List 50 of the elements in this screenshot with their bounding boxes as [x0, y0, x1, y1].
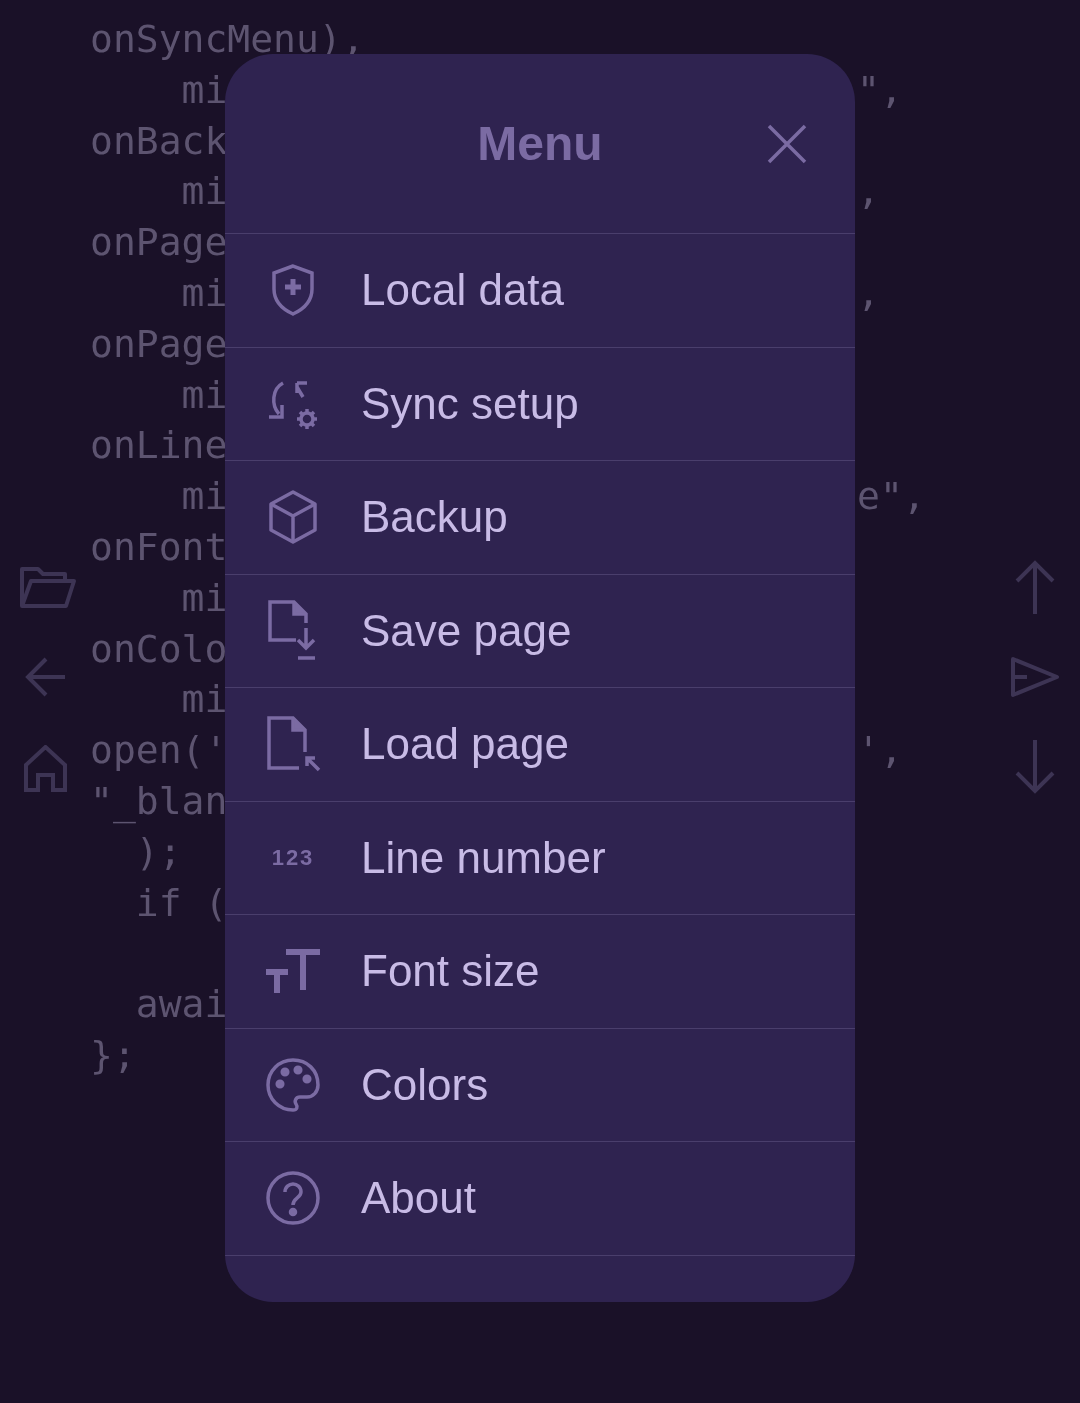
- code-text: e",: [857, 473, 926, 521]
- code-text: ',: [857, 727, 903, 775]
- code-text: "_blan: [90, 777, 228, 826]
- code-text: awai: [134, 981, 228, 1029]
- code-text: onBack: [90, 117, 228, 165]
- code-text: ,: [857, 270, 880, 317]
- close-icon: [767, 124, 807, 164]
- code-text: };: [90, 1031, 136, 1079]
- code-text: onSyncMenu),: [90, 16, 365, 63]
- home-icon[interactable]: [24, 745, 67, 792]
- code-text: mi: [180, 574, 228, 622]
- down-arrow-icon[interactable]: [1015, 740, 1055, 794]
- code-text: onPage: [90, 320, 228, 368]
- code-text: mi: [180, 676, 228, 724]
- menu-item[interactable]: Sync setup: [225, 347, 855, 461]
- code-text: onFont: [90, 523, 228, 571]
- code-text: mi: [180, 270, 228, 317]
- code-text: mi: [180, 371, 228, 419]
- menu-item[interactable]: Local data: [225, 234, 855, 348]
- palette-icon: [266, 1057, 320, 1112]
- code-text: );: [134, 828, 182, 876]
- code-text: onColo: [90, 625, 228, 673]
- menu-item[interactable]: About: [225, 1142, 855, 1256]
- code-text: onPage: [90, 219, 228, 267]
- send-icon[interactable]: [1010, 656, 1060, 698]
- menu-item[interactable]: Backup: [225, 461, 855, 575]
- numbers-icon: 123: [271, 841, 315, 875]
- code-text: ,: [857, 168, 880, 216]
- shield-plus-icon: [271, 264, 315, 317]
- back-arrow-icon[interactable]: [24, 656, 67, 698]
- code-text: ",: [857, 66, 903, 114]
- help-circle-icon: [266, 1171, 320, 1226]
- code-text: mi: [180, 168, 228, 216]
- menu-item[interactable]: Save page: [225, 574, 855, 688]
- sync-gear-icon: [267, 378, 319, 429]
- up-arrow-icon[interactable]: [1015, 560, 1055, 614]
- file-arrow-icon: [265, 716, 321, 773]
- folder-icon[interactable]: [19, 566, 76, 609]
- menu-item[interactable]: Load page: [225, 688, 855, 802]
- code-text: open(': [90, 727, 228, 775]
- menu-item[interactable]: 123 Line number: [225, 801, 855, 915]
- cube-icon: [268, 490, 318, 545]
- code-text: mi: [180, 473, 228, 521]
- dialog-title: Menu: [477, 115, 603, 172]
- code-text: if (: [134, 879, 228, 927]
- code-text: mi: [180, 66, 228, 114]
- code-text: onLine: [90, 422, 228, 470]
- menu-item[interactable]: Font size: [225, 915, 855, 1029]
- menu-item[interactable]: Colors: [225, 1028, 855, 1142]
- text-size-icon: [266, 949, 320, 994]
